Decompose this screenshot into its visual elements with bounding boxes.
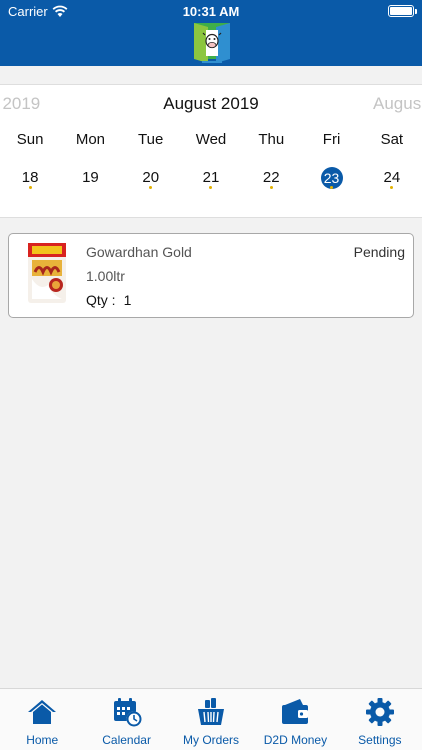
weekday-label: Thu: [258, 131, 285, 148]
weekday-label: Sun: [16, 131, 44, 148]
tab-label: Settings: [358, 733, 402, 747]
current-month-label: August 2019: [163, 94, 259, 113]
date-cell[interactable]: 20: [121, 167, 181, 189]
tab-calendar[interactable]: Calendar: [84, 689, 168, 750]
battery-tip: [415, 9, 417, 14]
clock-time: 10:31 AM: [182, 4, 240, 19]
product-size: 1.00ltr: [86, 268, 125, 284]
calendar-icon: [113, 698, 142, 727]
battery-icon: [388, 5, 414, 17]
date-cell[interactable]: 21: [181, 167, 241, 189]
wallet-icon: [282, 699, 309, 724]
gear-icon: [365, 698, 394, 726]
tab-label: D2D Money: [263, 733, 328, 747]
order-indicator-dot: [28, 186, 32, 189]
app-logo: [194, 23, 230, 63]
weekday-label: Sat: [380, 131, 404, 148]
date-number[interactable]: 19: [79, 167, 101, 189]
order-card[interactable]: Gowardhan Gold Pending 1.00ltr Qty : 1: [8, 233, 414, 318]
date-cell-selected[interactable]: 23: [301, 167, 361, 189]
tab-label: Home: [26, 733, 59, 747]
product-image: [28, 243, 66, 303]
date-cell[interactable]: 24: [362, 167, 422, 189]
quantity-row: Qty : 1: [86, 292, 131, 308]
status-bar: Carrier 10:31 AM: [0, 0, 422, 22]
tab-my-orders[interactable]: My Orders: [169, 689, 253, 750]
date-cell[interactable]: 19: [60, 167, 120, 189]
weekday-label: Mon: [75, 131, 106, 148]
quantity-label: Qty :: [86, 292, 116, 308]
tab-d2d-money[interactable]: D2D Money: [253, 689, 337, 750]
home-icon: [28, 700, 57, 724]
weekday-label: Fri: [322, 131, 341, 148]
basket-icon: [198, 698, 225, 725]
weekday-label: Tue: [138, 131, 164, 148]
quantity-value: 1: [123, 292, 132, 308]
date-row: 18 19 20 21 22 23 24: [0, 167, 422, 189]
next-month-label[interactable]: Augus: [373, 94, 421, 114]
order-indicator-dot: [269, 186, 273, 189]
weekday-row: Sun Mon Tue Wed Thu Fri Sat: [0, 131, 422, 148]
tab-settings[interactable]: Settings: [338, 689, 422, 750]
weekday-label: Wed: [195, 131, 227, 148]
app-header: Carrier 10:31 AM: [0, 0, 422, 66]
tab-home[interactable]: Home: [0, 689, 84, 750]
date-cell[interactable]: 22: [241, 167, 301, 189]
tab-label: Calendar: [102, 733, 151, 747]
week-calendar: t 2019 August 2019 Augus Sun Mon Tue Wed…: [0, 84, 422, 218]
bottom-tab-bar: Home Calendar My Orders D2D Money Settin…: [0, 688, 422, 750]
date-cell[interactable]: 18: [0, 167, 60, 189]
order-status: Pending: [353, 244, 405, 260]
tab-label: My Orders: [183, 733, 240, 747]
product-name: Gowardhan Gold: [86, 244, 192, 260]
